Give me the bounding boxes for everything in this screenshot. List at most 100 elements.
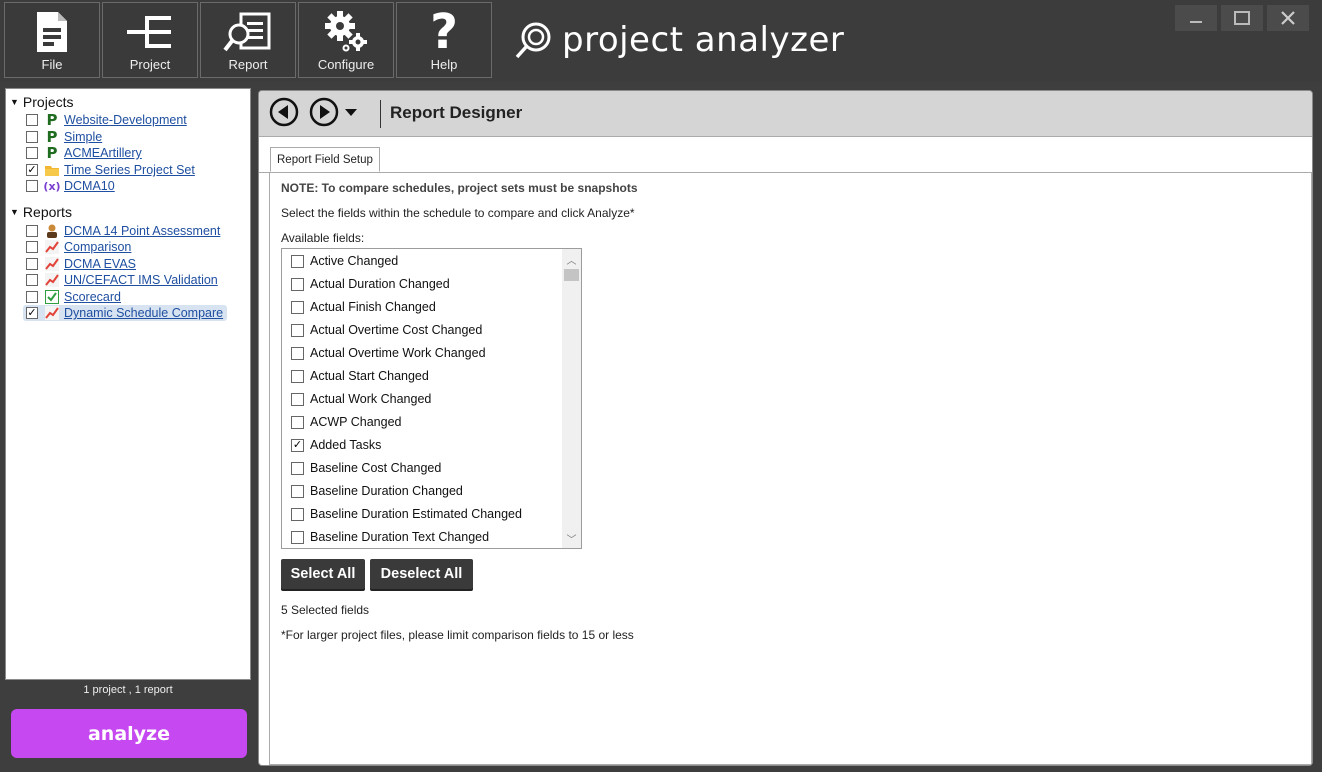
field-checkbox[interactable]: [291, 369, 304, 383]
brand-name: project analyzer: [562, 20, 845, 60]
instructions-text: Select the fields within the schedule to…: [281, 206, 635, 220]
available-fields-label: Available fields:: [281, 231, 365, 245]
forward-arrow-icon: [309, 97, 339, 127]
project-link[interactable]: Time Series Project Set: [64, 163, 195, 177]
field-checkbox[interactable]: [291, 415, 304, 429]
collapse-triangle-icon: ▼: [10, 97, 19, 107]
tree-item-uncefact[interactable]: UN/CEFACT IMS Validation: [26, 272, 218, 288]
list-item[interactable]: Actual Duration Changed: [291, 275, 450, 293]
field-checkbox[interactable]: [291, 484, 304, 498]
field-checkbox[interactable]: [291, 346, 304, 360]
tree-item-website-development[interactable]: P Website-Development: [26, 111, 187, 129]
report-link[interactable]: DCMA 14 Point Assessment: [64, 224, 220, 238]
tree-item-dcma-evas[interactable]: DCMA EVAS: [26, 256, 136, 272]
list-item[interactable]: Actual Start Changed: [291, 367, 429, 385]
project-checkbox[interactable]: [26, 131, 38, 143]
report-checkbox[interactable]: [26, 291, 38, 303]
project-link[interactable]: ACMEArtillery: [64, 146, 142, 160]
list-item[interactable]: Actual Finish Changed: [291, 298, 436, 316]
variable-x-icon: (x): [43, 179, 61, 193]
tree-item-scorecard[interactable]: Scorecard: [26, 289, 121, 305]
list-item[interactable]: ✓ Added Tasks: [291, 436, 381, 454]
available-fields-list[interactable]: Active Changed Actual Duration Changed A…: [281, 248, 582, 549]
list-item[interactable]: Actual Overtime Cost Changed: [291, 321, 482, 339]
projects-heading[interactable]: ▼ Projects: [10, 94, 74, 110]
field-label: Baseline Duration Changed: [310, 484, 463, 498]
field-checkbox[interactable]: [291, 254, 304, 268]
gears-icon: [299, 9, 393, 55]
report-checkbox[interactable]: [26, 225, 38, 237]
report-button[interactable]: Report: [200, 2, 296, 78]
field-checkbox[interactable]: [291, 300, 304, 314]
minimize-icon: [1190, 21, 1202, 23]
minimize-button[interactable]: [1175, 5, 1217, 31]
field-checkbox-checked[interactable]: ✓: [291, 438, 304, 452]
project-checkbox-checked[interactable]: ✓: [26, 164, 38, 176]
chart-icon: [45, 240, 59, 254]
list-item[interactable]: Baseline Cost Changed: [291, 459, 441, 477]
list-item[interactable]: Baseline Duration Text Changed: [291, 528, 489, 546]
tree-item-acmeartillery[interactable]: P ACMEArtillery: [26, 144, 142, 162]
folder-icon: [45, 163, 59, 177]
report-checkbox-checked[interactable]: ✓: [26, 307, 38, 319]
help-button[interactable]: ? Help: [396, 2, 492, 78]
report-link[interactable]: Scorecard: [64, 290, 121, 304]
field-checkbox[interactable]: [291, 507, 304, 521]
file-button[interactable]: File: [4, 2, 100, 78]
project-button[interactable]: Project: [102, 2, 198, 78]
list-item[interactable]: Baseline Duration Changed: [291, 482, 463, 500]
field-checkbox[interactable]: [291, 392, 304, 406]
field-checkbox[interactable]: [291, 461, 304, 475]
close-button[interactable]: [1267, 5, 1309, 31]
select-all-button[interactable]: Select All: [281, 559, 365, 589]
report-checkbox[interactable]: [26, 274, 38, 286]
file-icon: [5, 9, 99, 55]
tree-item-simple[interactable]: P Simple: [26, 128, 102, 146]
field-checkbox[interactable]: [291, 323, 304, 337]
project-link[interactable]: DCMA10: [64, 179, 115, 193]
list-item[interactable]: Active Changed: [291, 252, 398, 270]
report-link[interactable]: Dynamic Schedule Compare: [64, 306, 223, 320]
scroll-up-icon[interactable]: ︿: [562, 251, 581, 267]
tree-item-dcma10[interactable]: (x) DCMA10: [26, 178, 115, 194]
deselect-all-button[interactable]: Deselect All: [370, 559, 473, 589]
report-link[interactable]: UN/CEFACT IMS Validation: [64, 273, 218, 287]
project-checkbox[interactable]: [26, 147, 38, 159]
field-label: Active Changed: [310, 254, 399, 268]
reports-heading[interactable]: ▼ Reports: [10, 204, 72, 220]
back-button[interactable]: [269, 97, 299, 127]
maximize-button[interactable]: [1221, 5, 1263, 31]
forward-button[interactable]: [309, 97, 339, 127]
field-checkbox[interactable]: [291, 277, 304, 291]
project-link[interactable]: Website-Development: [64, 113, 187, 127]
analyze-button[interactable]: analyze: [11, 709, 247, 758]
selection-summary: 1 project , 1 report: [83, 684, 173, 696]
maximize-icon: [1234, 11, 1250, 25]
tree-item-dynamic-schedule-compare[interactable]: ✓ Dynamic Schedule Compare: [23, 305, 228, 321]
report-checkbox[interactable]: [26, 258, 38, 270]
tree-item-comparison[interactable]: Comparison: [26, 239, 131, 255]
report-link[interactable]: Comparison: [64, 240, 131, 254]
tab-report-field-setup[interactable]: Report Field Setup: [270, 147, 380, 172]
footnote-text: *For larger project files, please limit …: [281, 628, 634, 642]
configure-button[interactable]: Configure: [298, 2, 394, 78]
report-link[interactable]: DCMA EVAS: [64, 257, 136, 271]
project-checkbox[interactable]: [26, 180, 38, 192]
report-checkbox[interactable]: [26, 241, 38, 253]
list-item[interactable]: Actual Overtime Work Changed: [291, 344, 486, 362]
tree-item-time-series-project-set[interactable]: ✓ Time Series Project Set: [26, 162, 195, 178]
project-checkbox[interactable]: [26, 114, 38, 126]
field-label: Actual Work Changed: [310, 392, 432, 406]
project-link[interactable]: Simple: [64, 130, 102, 144]
field-checkbox[interactable]: [291, 530, 304, 544]
scroll-down-icon[interactable]: ﹀: [562, 530, 581, 546]
projects-heading-label: Projects: [22, 94, 74, 110]
list-item[interactable]: ACWP Changed: [291, 413, 402, 431]
project-report-tree: ▼ Projects P Website-Development P Simpl…: [5, 88, 251, 680]
history-dropdown[interactable]: [343, 97, 359, 127]
list-scrollbar[interactable]: ︿ ﹀: [562, 249, 581, 548]
tree-item-dcma-14-point[interactable]: DCMA 14 Point Assessment: [26, 223, 220, 239]
scroll-thumb[interactable]: [564, 269, 579, 281]
list-item[interactable]: Actual Work Changed: [291, 390, 431, 408]
list-item[interactable]: Baseline Duration Estimated Changed: [291, 505, 522, 523]
